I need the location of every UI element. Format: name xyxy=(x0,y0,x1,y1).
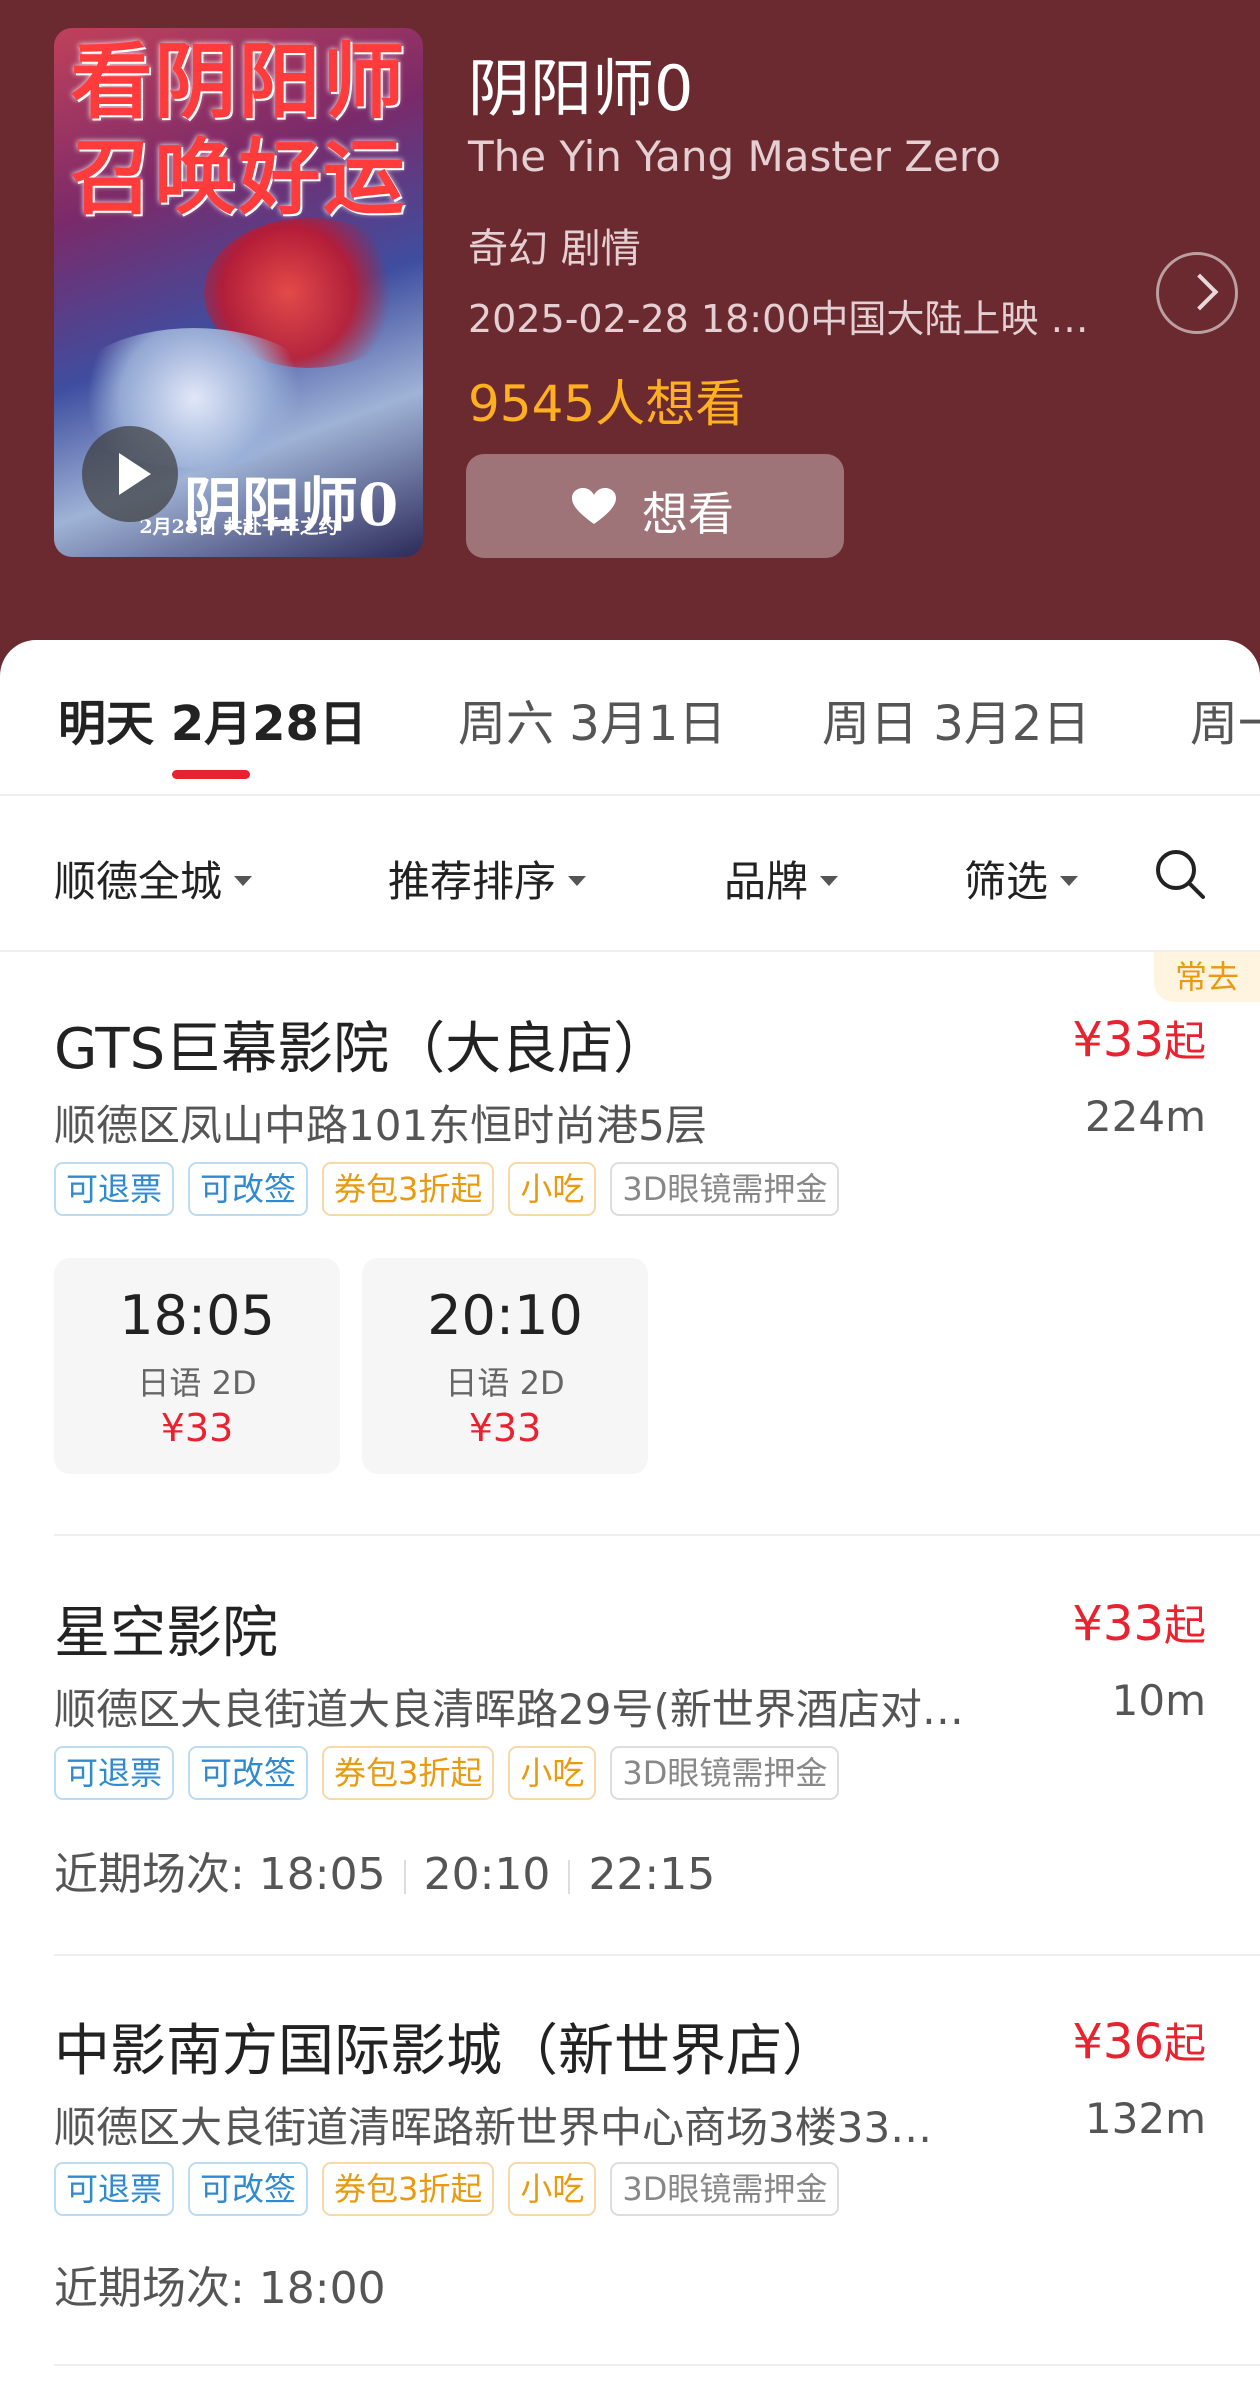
filter-brand-label: 品牌 xyxy=(724,857,809,906)
chevron-right-icon xyxy=(1181,273,1219,311)
tag-snacks: 小吃 xyxy=(508,1746,597,1800)
search-icon[interactable] xyxy=(1152,846,1208,902)
cinema-distance: 10m xyxy=(1111,1676,1206,1725)
tab-date-2[interactable]: 周日 3月2日 xyxy=(822,684,1090,754)
recent-showtimes-label: 近期场次: 18:05 xyxy=(54,1849,386,1900)
price-value: ¥36 xyxy=(1072,2014,1164,2070)
cinema-price: ¥36起 xyxy=(1072,2010,1206,2071)
showtime-price: ¥33 xyxy=(160,1406,234,1450)
recent-showtime: 22:15 xyxy=(588,1849,716,1900)
cinema-distance: 224m xyxy=(1084,1092,1206,1141)
showtime-time: 20:10 xyxy=(427,1284,583,1347)
caret-down-icon xyxy=(820,875,839,886)
tag-3d-glasses: 3D眼镜需押金 xyxy=(610,1162,840,1216)
cinema-name: 星空影院 xyxy=(54,1601,278,1666)
tag-refundable: 可退票 xyxy=(54,2162,175,2216)
price-value: ¥33 xyxy=(1072,1012,1164,1068)
caret-down-icon xyxy=(234,875,253,886)
recent-showtimes[interactable]: 近期场次: 18:00 xyxy=(54,2252,386,2316)
date-tabs: 明天 2月28日 周六 3月1日 周日 3月2日 周一 xyxy=(0,640,1260,796)
separator xyxy=(403,1860,406,1894)
tab-date-1[interactable]: 周六 3月1日 xyxy=(458,684,726,754)
movie-detail-button[interactable] xyxy=(1156,252,1238,334)
tag-coupon: 券包3折起 xyxy=(322,2162,495,2216)
movie-title: 阴阳师0 xyxy=(468,52,694,125)
tag-refundable: 可退票 xyxy=(54,1162,175,1216)
tag-3d-glasses: 3D眼镜需押金 xyxy=(610,1746,840,1800)
movie-release-info: 2025-02-28 18:00中国大陆上映 … xyxy=(468,297,1089,341)
cinema-card[interactable]: 星空影院 ¥33起 顺德区大良街道大良清晖路29号(新世界酒店对… 10m 可退… xyxy=(0,1536,1260,1956)
cinema-tags: 可退票 可改签 券包3折起 小吃 3D眼镜需押金 xyxy=(54,1162,853,1216)
tag-reschedulable: 可改签 xyxy=(188,2162,309,2216)
filter-more-dropdown[interactable]: 筛选 xyxy=(964,848,1079,909)
filter-area-label: 顺德全城 xyxy=(54,857,223,906)
price-value: ¥33 xyxy=(1072,1596,1164,1652)
tag-3d-glasses: 3D眼镜需押金 xyxy=(610,2162,840,2216)
poster-title: 看阴阳师召唤好运 xyxy=(70,34,407,226)
tag-reschedulable: 可改签 xyxy=(188,1162,309,1216)
movie-genres: 奇幻 剧情 xyxy=(468,226,641,272)
showtime-language: 日语 2D xyxy=(445,1364,565,1402)
filter-sort-label: 推荐排序 xyxy=(388,857,557,906)
caret-down-icon xyxy=(568,875,587,886)
cinema-tags: 可退票 可改签 券包3折起 小吃 3D眼镜需押金 xyxy=(54,2162,853,2216)
movie-header: 看阴阳师召唤好运 阴阳师0 2月28日 共赴千年之约 阴阳师0 The Yin … xyxy=(0,0,1260,700)
recent-showtimes-label: 近期场次: 18:00 xyxy=(54,2263,386,2314)
tag-coupon: 券包3折起 xyxy=(322,1162,495,1216)
recent-showtime: 20:10 xyxy=(423,1849,551,1900)
cinema-card[interactable]: GTS巨幕影院（大良店） ¥33起 顺德区凤山中路101东恒时尚港5层 224m… xyxy=(0,952,1260,1474)
movie-poster[interactable]: 看阴阳师召唤好运 阴阳师0 2月28日 共赴千年之约 xyxy=(54,28,423,557)
filter-area-dropdown[interactable]: 顺德全城 xyxy=(54,848,253,909)
want-button-label: 想看 xyxy=(642,487,734,541)
cinema-card[interactable]: 中影南方国际影城（新世界店） ¥36起 顺德区大良街道清晖路新世界中心商场3楼3… xyxy=(0,1956,1260,2366)
tag-refundable: 可退票 xyxy=(54,1746,175,1800)
cinema-price: ¥33起 xyxy=(1072,1008,1206,1069)
caret-down-icon xyxy=(1060,875,1079,886)
filter-bar: 顺德全城 推荐排序 品牌 筛选 xyxy=(0,798,1260,952)
showtime-card[interactable]: 18:05 日语 2D ¥33 xyxy=(54,1258,340,1474)
cinema-tags: 可退票 可改签 券包3折起 小吃 3D眼镜需押金 xyxy=(54,1746,853,1800)
cinema-distance: 132m xyxy=(1084,2094,1206,2143)
recent-showtimes[interactable]: 近期场次: 18:05 20:10 22:15 xyxy=(54,1838,715,1902)
showtime-card[interactable]: 20:10 日语 2D ¥33 xyxy=(362,1258,648,1474)
showtime-time: 18:05 xyxy=(119,1284,275,1347)
tag-coupon: 券包3折起 xyxy=(322,1746,495,1800)
tab-date-3[interactable]: 周一 xyxy=(1190,684,1260,754)
price-suffix: 起 xyxy=(1163,1601,1206,1650)
showtimes-sheet: 明天 2月28日 周六 3月1日 周日 3月2日 周一 顺德全城 推荐排序 品牌… xyxy=(0,640,1260,2388)
cinema-name: 中影南方国际影城（新世界店） xyxy=(54,2019,838,2084)
active-tab-indicator xyxy=(172,770,250,779)
filter-more-label: 筛选 xyxy=(964,857,1049,906)
separator xyxy=(568,1860,571,1894)
showtime-language: 日语 2D xyxy=(137,1364,257,1402)
play-trailer-icon[interactable] xyxy=(82,426,178,522)
tag-reschedulable: 可改签 xyxy=(188,1746,309,1800)
cinema-name: GTS巨幕影院（大良店） xyxy=(54,1017,670,1082)
heart-icon xyxy=(572,488,616,524)
movie-english-title: The Yin Yang Master Zero xyxy=(468,132,1001,181)
price-suffix: 起 xyxy=(1163,1017,1206,1066)
showtime-price: ¥33 xyxy=(468,1406,542,1450)
want-to-watch-button[interactable]: 想看 xyxy=(466,454,844,558)
filter-sort-dropdown[interactable]: 推荐排序 xyxy=(388,848,587,909)
tag-snacks: 小吃 xyxy=(508,2162,597,2216)
filter-brand-dropdown[interactable]: 品牌 xyxy=(724,848,839,909)
tag-snacks: 小吃 xyxy=(508,1162,597,1216)
cinema-address: 顺德区大良街道大良清晖路29号(新世界酒店对… xyxy=(54,1685,964,1734)
want-count: 9545人想看 xyxy=(468,375,746,433)
tab-date-0[interactable]: 明天 2月28日 xyxy=(58,684,367,754)
price-suffix: 起 xyxy=(1163,2019,1206,2068)
cinema-price: ¥33起 xyxy=(1072,1592,1206,1653)
cinema-address: 顺德区凤山中路101东恒时尚港5层 xyxy=(54,1101,707,1150)
cinema-address: 顺德区大良街道清晖路新世界中心商场3楼33… xyxy=(54,2103,933,2152)
divider xyxy=(54,2364,1260,2366)
